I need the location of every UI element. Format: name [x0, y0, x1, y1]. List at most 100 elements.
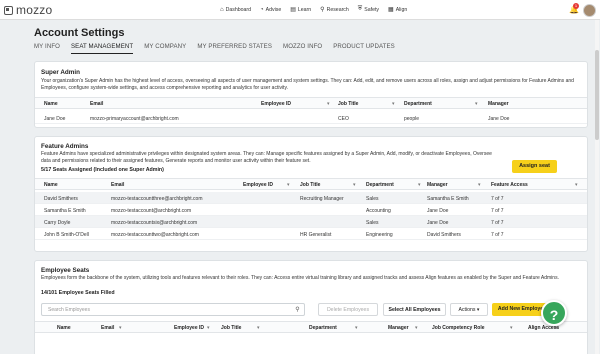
column-header[interactable]: Feature Access — [491, 182, 528, 188]
employee-seats-card: Employee Seats Employees form the backbo… — [34, 260, 588, 354]
tab-my-preferred-states[interactable]: MY PREFERRED STATES — [197, 43, 272, 54]
assign-seat-button[interactable]: Assign seat — [512, 160, 557, 173]
cell-access: 7 of 7 — [491, 219, 504, 226]
cell-email: mozzo-testaccountsix@archbright.com — [111, 219, 198, 226]
column-header[interactable]: Job Competency Role — [432, 325, 485, 331]
nav-item-dashboard[interactable]: ⌂ Dashboard — [220, 6, 251, 13]
tab-my-company[interactable]: MY COMPANY — [144, 43, 186, 54]
cell-access: 7 of 7 — [491, 231, 504, 238]
safety-icon: ⛨ — [357, 6, 363, 12]
super-admin-description: Your organization's Super Admin has the … — [41, 78, 574, 91]
filter-icon[interactable]: ▾ — [575, 182, 578, 188]
cell-manager: Samantha E Smith — [427, 195, 469, 202]
feature-admins-description: Feature Admins have specialized administ… — [41, 151, 492, 164]
cell-dept: people — [404, 115, 420, 122]
nav-item-learn[interactable]: ▤ Learn — [290, 6, 312, 14]
dashboard-icon: ⌂ — [220, 6, 224, 13]
feature-admins-title: Feature Admins — [41, 143, 89, 150]
nav-item-advise[interactable]: ◔ Advise — [260, 6, 281, 13]
cell-name: Samantha E Smith — [44, 207, 86, 214]
table-row[interactable]: John B Smith-O'Dell mozzo-testaccounttwo@… — [35, 228, 587, 240]
filter-icon[interactable]: ▾ — [207, 325, 210, 331]
employee-seats-title: Employee Seats — [41, 267, 90, 274]
nav-item-align[interactable]: ▦ Align — [388, 6, 408, 14]
column-header[interactable]: Department — [404, 101, 432, 107]
search-icon[interactable]: ⚲ — [291, 303, 305, 316]
nav-label: Align — [395, 6, 408, 13]
column-header[interactable]: Manager — [488, 101, 509, 107]
cell-job: HR Generalist — [300, 231, 332, 238]
cell-name: David Smithers — [44, 195, 78, 202]
filter-icon[interactable]: ▾ — [327, 101, 330, 107]
nav-item-research[interactable]: ⚲ Research — [320, 6, 349, 14]
column-header[interactable]: Manager — [427, 182, 448, 188]
column-header[interactable]: Employee ID — [243, 182, 273, 188]
column-header[interactable]: Manager — [388, 325, 409, 331]
filter-icon[interactable]: ▾ — [510, 325, 513, 331]
filter-icon[interactable]: ▾ — [475, 101, 478, 107]
employee-seats-table-header: Name Email ▾ Employee ID ▾ Job Title ▾ Departme… — [35, 321, 587, 333]
filter-icon[interactable]: ▾ — [119, 325, 122, 331]
tab-seat-management[interactable]: SEAT MANAGEMENT — [70, 43, 134, 54]
table-row[interactable]: Jane Doe mozzo-primaryaccount@archbright.… — [35, 112, 587, 124]
filter-icon[interactable]: ▾ — [418, 182, 421, 188]
column-header[interactable]: Email — [90, 101, 103, 107]
nav-item-safety[interactable]: ⛨ Safety — [358, 6, 379, 13]
cell-manager: David Smithers — [427, 231, 461, 238]
select-all-employees-button[interactable]: Select All Employees — [383, 303, 446, 316]
mozzo-logo[interactable]: mozzo — [4, 3, 52, 17]
super-admin-table-header: Name Email Employee ID ▾ Job Title ▾ Departmen… — [35, 97, 587, 109]
cell-dept: Sales — [366, 195, 379, 202]
user-avatar[interactable] — [583, 4, 596, 17]
cell-access: 7 of 7 — [491, 207, 504, 214]
column-header[interactable]: Email — [111, 182, 124, 188]
search-employees-input[interactable]: Search Employees — [41, 303, 297, 316]
delete-employees-button[interactable]: Delete Employees — [318, 303, 378, 316]
cell-email: mozzo-testaccounttwo@archbright.com — [111, 231, 199, 238]
cell-job: CEO — [338, 115, 349, 122]
filter-icon[interactable]: ▾ — [478, 182, 481, 188]
filter-icon[interactable]: ▾ — [287, 182, 290, 188]
column-header[interactable]: Employee ID — [261, 101, 291, 107]
column-header[interactable]: Name — [44, 101, 58, 107]
column-header[interactable]: Name — [57, 325, 71, 331]
cell-job: Recruiting Manager — [300, 195, 344, 202]
feature-admins-seat-count: 5/17 Seats Assigned (Included one Super … — [41, 167, 164, 173]
tab-product-updates[interactable]: PRODUCT UPDATES — [333, 43, 395, 54]
cell-dept: Sales — [366, 219, 379, 226]
actions-label: Actions — [458, 307, 476, 313]
column-header[interactable]: Name — [44, 182, 58, 188]
filter-icon[interactable]: ▾ — [392, 101, 395, 107]
chevron-down-icon: ▾ — [476, 307, 480, 313]
scrollbar-thumb[interactable] — [595, 50, 599, 140]
nav-label: Learn — [297, 6, 312, 13]
cell-dept: Engineering — [366, 231, 393, 238]
filter-icon[interactable]: ▾ — [257, 325, 260, 331]
page-scrollbar[interactable] — [595, 20, 599, 354]
tab-my-info[interactable]: MY INFO — [34, 43, 60, 54]
column-header[interactable]: Department — [366, 182, 394, 188]
cell-email: mozzo-testaccount@archbright.com — [111, 207, 192, 214]
cell-manager: Jane Doe — [488, 115, 510, 122]
table-row[interactable]: David Smithers mozzo-testaccountthree@arc… — [35, 192, 587, 204]
column-header[interactable]: Email — [101, 325, 114, 331]
tab-mozzo-info[interactable]: MOZZO INFO — [283, 43, 322, 54]
super-admin-card: Super Admin Your organization's Super Ad… — [34, 61, 588, 128]
column-header[interactable]: Department — [309, 325, 337, 331]
actions-dropdown[interactable]: Actions ▾ — [450, 303, 488, 316]
table-row[interactable]: Carry Doyle mozzo-testaccountsix@archbrig… — [35, 216, 587, 228]
filter-icon[interactable]: ▾ — [415, 325, 418, 331]
column-header[interactable]: Employee ID — [174, 325, 204, 331]
column-header[interactable]: Job Title — [300, 182, 320, 188]
filter-icon[interactable]: ▾ — [353, 182, 356, 188]
filter-icon[interactable]: ▾ — [355, 325, 358, 331]
nav-label: Safety — [364, 6, 380, 13]
align-icon: ▦ — [388, 7, 394, 13]
column-header[interactable]: Job Title — [338, 101, 358, 107]
column-header[interactable]: Job Title — [221, 325, 241, 331]
feature-admins-card: Feature Admins Feature Admins have speci… — [34, 136, 588, 252]
advise-icon: ◔ — [260, 6, 264, 13]
table-row[interactable]: Samantha E Smith mozzo-testaccount@archbr… — [35, 204, 587, 216]
page-title: Account Settings — [34, 27, 125, 39]
help-button[interactable]: ? — [541, 300, 567, 326]
